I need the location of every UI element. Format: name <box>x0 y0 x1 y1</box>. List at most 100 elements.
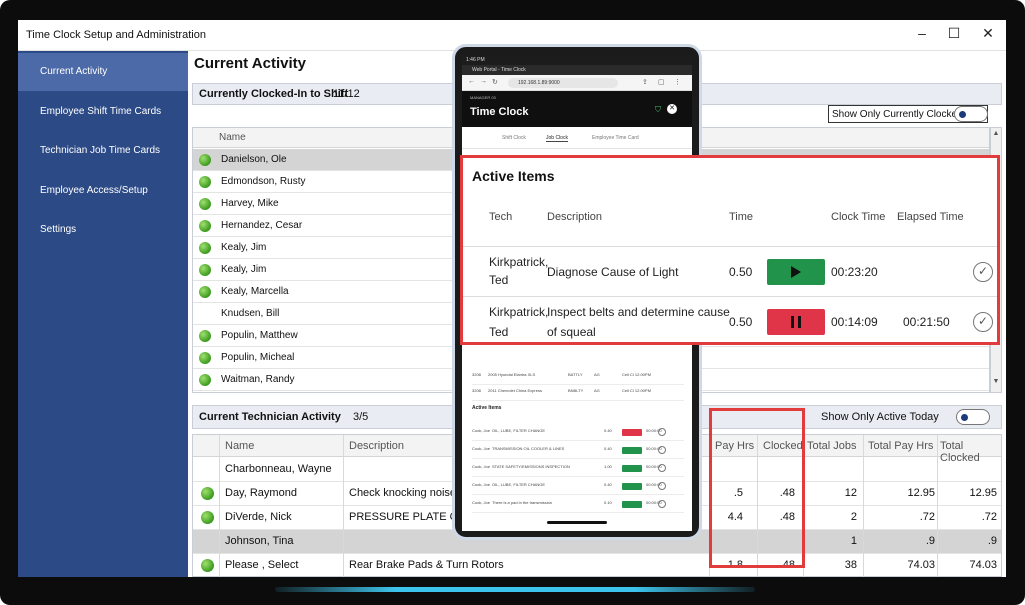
minimize-button[interactable]: – <box>912 25 932 41</box>
column-header-clock-time: Clock Time <box>831 211 886 223</box>
check-icon[interactable] <box>658 464 666 472</box>
home-indicator <box>547 521 607 524</box>
stop-button[interactable] <box>767 309 825 335</box>
list-item[interactable]: 3208 2005 Hyundai Elantra XLS BATTLY AG … <box>472 369 684 385</box>
row-total-pay-hrs: .9 <box>925 535 935 547</box>
mini-cell: Cell Cl 12:00PM <box>622 388 651 393</box>
row-total-jobs: 2 <box>850 511 857 523</box>
scroll-down-icon[interactable]: ▼ <box>991 378 1001 390</box>
tab-employee-time-card[interactable]: Employee Time Card <box>592 135 639 141</box>
column-header-total-pay-hrs[interactable]: Total Pay Hrs <box>868 440 933 452</box>
check-icon[interactable] <box>658 500 666 508</box>
column-header-name[interactable]: Name <box>225 440 254 452</box>
row-name: Knudsen, Bill <box>221 308 280 319</box>
toggle-knob <box>959 111 966 118</box>
mini-cell: 2011 Chevrolet China Express <box>488 388 542 393</box>
row-total-clocked: 12.95 <box>969 487 997 499</box>
column-header-name[interactable]: Name <box>219 132 246 143</box>
reload-icon[interactable]: ↻ <box>492 78 498 86</box>
mini-cell: BATTLY <box>568 372 583 377</box>
row-name: Day, Raymond <box>225 487 297 499</box>
row-name: Hernandez, Cesar <box>221 220 303 231</box>
mini-desc: OIL, LUBE, FILTER CHANGE <box>492 482 546 487</box>
share-icon[interactable]: ⇪ <box>642 78 648 86</box>
row-total-clocked: 74.03 <box>969 559 997 571</box>
list-item[interactable]: Cook, Joe STATE SAFETY/EMISSIONS INSPECT… <box>472 461 684 477</box>
check-icon[interactable]: ✓ <box>973 262 993 282</box>
tab-shift-clock[interactable]: Shift Clock <box>502 135 526 141</box>
play-button[interactable] <box>622 447 642 454</box>
list-item[interactable]: Cook, Joe OIL, LUBE, FILTER CHANGE 0.40 … <box>472 425 684 441</box>
sidebar-item-technician-job-time-cards[interactable]: Technician Job Time Cards <box>18 132 188 170</box>
sidebar-item-current-activity[interactable]: Current Activity <box>18 53 188 91</box>
check-icon[interactable] <box>658 446 666 454</box>
play-icon <box>791 266 801 278</box>
play-button[interactable] <box>767 259 825 285</box>
clocked-in-label: Currently Clocked-In to Shift <box>199 88 349 100</box>
status-dot-icon <box>199 220 211 232</box>
stop-button[interactable] <box>622 429 642 436</box>
mini-cell: AG <box>594 372 600 377</box>
mini-time: 1.00 <box>604 464 612 469</box>
item-time: 0.50 <box>729 265 753 279</box>
row-name: Waitman, Randy <box>221 374 295 385</box>
item-description-line2: of squeal <box>547 325 596 339</box>
clock-time: 00:14:09 <box>831 315 878 329</box>
sidebar-item-employee-access-setup[interactable]: Employee Access/Setup <box>18 172 188 210</box>
tabs-icon[interactable]: ▢ <box>658 78 665 86</box>
list-item[interactable]: 3208 2011 Chevrolet China Express BNBLTY… <box>472 385 684 401</box>
status-dot-icon <box>201 487 214 500</box>
column-header-total-jobs[interactable]: Total Jobs <box>807 440 857 452</box>
item-description: Inspect belts and determine cause <box>547 305 730 319</box>
play-button[interactable] <box>622 483 642 490</box>
mini-tech: Cook, Joe <box>472 428 491 433</box>
close-button[interactable]: ✕ <box>978 25 998 42</box>
check-icon[interactable] <box>658 428 666 436</box>
tech-activity-label: Current Technician Activity <box>199 411 341 423</box>
table-row[interactable]: Please , Select Rear Brake Pads & Turn R… <box>193 554 1001 577</box>
scroll-up-icon[interactable]: ▲ <box>991 130 1001 142</box>
status-dot-icon <box>199 264 211 276</box>
list-item[interactable]: Cook, Joe OIL, LUBE, FILTER CHANGE 0.40 … <box>472 479 684 495</box>
column-header-elapsed-time: Elapsed Time <box>897 211 964 223</box>
list-item[interactable]: Cook, Joe TRANSMISSION OIL COOLER & LINE… <box>472 443 684 459</box>
mini-cell: 3208 <box>472 372 481 377</box>
active-today-toggle[interactable] <box>956 409 990 425</box>
shield-icon: ⛉ <box>655 105 661 114</box>
mini-time: 0.10 <box>604 500 612 505</box>
check-icon[interactable] <box>658 482 666 490</box>
back-icon[interactable]: ← <box>468 78 475 85</box>
menu-icon[interactable]: ⋮ <box>674 78 681 86</box>
tab-job-clock[interactable]: Job Clock <box>546 135 568 142</box>
row-total-jobs: 38 <box>844 559 857 571</box>
status-dot-icon <box>199 242 211 254</box>
clocked-in-toggle[interactable] <box>954 106 988 122</box>
row-name: Kealy, Jim <box>221 242 267 253</box>
column-divider <box>219 435 220 577</box>
manager-label: MANAGER 03 <box>470 95 496 100</box>
tech-name: Kirkpatrick, <box>489 305 549 319</box>
browser-tab[interactable]: Web Portal - Time Clock <box>472 67 526 73</box>
row-total-clocked: .72 <box>981 511 997 523</box>
tablet-status-bar: 1:46 PM <box>462 55 692 65</box>
mini-tech: Cook, Joe <box>472 482 491 487</box>
item-description: Diagnose Cause of Light <box>547 265 679 279</box>
pay-clocked-highlight <box>709 408 805 568</box>
play-button[interactable] <box>622 465 642 472</box>
status-dot-icon <box>199 374 211 386</box>
play-button[interactable] <box>622 501 642 508</box>
close-icon[interactable]: ✕ <box>667 104 677 114</box>
forward-icon[interactable]: → <box>480 78 487 85</box>
sidebar-item-employee-shift-time-cards[interactable]: Employee Shift Time Cards <box>18 93 188 131</box>
row-name: Please , Select <box>225 559 299 571</box>
tablet-address-bar: ← → ↻ 192.168.1.89:9000 ⇪ ▢ ⋮ <box>462 75 692 91</box>
list-item[interactable]: Cook, Joe There is a pad in the transmis… <box>472 497 684 513</box>
url-field[interactable]: 192.168.1.89:9000 <box>508 78 618 88</box>
mini-desc: OIL, LUBE, FILTER CHANGE <box>492 428 546 433</box>
maximize-button[interactable]: ☐ <box>944 25 964 42</box>
column-header-description[interactable]: Description <box>349 440 404 452</box>
sidebar-item-settings[interactable]: Settings <box>18 211 188 249</box>
sidebar-item-label: Technician Job Time Cards <box>40 145 161 156</box>
check-icon[interactable]: ✓ <box>973 312 993 332</box>
sidebar-item-label: Employee Shift Time Cards <box>40 106 162 117</box>
